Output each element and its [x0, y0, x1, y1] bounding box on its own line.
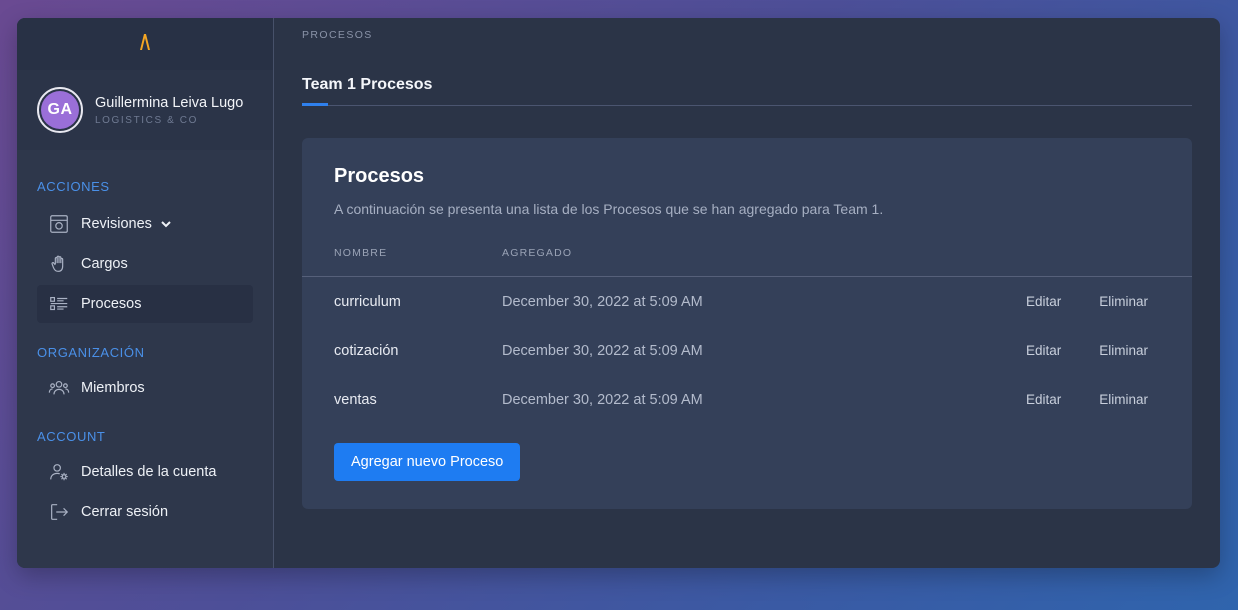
logo-bar: [17, 18, 273, 70]
edit-button[interactable]: Editar: [1026, 343, 1061, 358]
edit-button[interactable]: Editar: [1026, 294, 1061, 309]
column-header-nombre: NOMBRE: [334, 247, 388, 259]
section-label-acciones: ACCIONES: [37, 179, 110, 194]
main-content: PROCESOS Team 1 Procesos Procesos A cont…: [274, 18, 1220, 568]
delete-button[interactable]: Eliminar: [1099, 343, 1148, 358]
sidebar-item-label: Miembros: [81, 380, 145, 396]
logo-icon[interactable]: [137, 32, 153, 57]
sidebar-item-label: Procesos: [81, 296, 142, 312]
chevron-down-icon[interactable]: [160, 218, 172, 230]
edit-button[interactable]: Editar: [1026, 392, 1061, 407]
sidebar-item-revisiones[interactable]: Revisiones: [37, 205, 253, 243]
procesos-card: Procesos A continuación se presenta una …: [302, 138, 1192, 509]
add-process-button[interactable]: Agregar nuevo Proceso: [334, 443, 521, 481]
sidebar-item-label: Cerrar sesión: [81, 504, 169, 520]
list-icon: [47, 292, 71, 316]
row-name: ventas: [334, 391, 377, 408]
delete-button[interactable]: Eliminar: [1099, 392, 1148, 407]
sidebar-item-label: Detalles de la cuenta: [81, 464, 217, 480]
sidebar-item-procesos[interactable]: Procesos: [37, 285, 253, 323]
sidebar-item-label: Cargos: [81, 256, 128, 272]
row-date: December 30, 2022 at 5:09 AM: [502, 342, 703, 359]
table-row: ventas December 30, 2022 at 5:09 AM Edit…: [302, 375, 1192, 424]
section-label-organizacion: ORGANIZACIÓN: [37, 345, 145, 360]
sidebar-item-cerrar-sesion[interactable]: Cerrar sesión: [37, 493, 253, 531]
avatar: GA: [37, 87, 83, 133]
sidebar-item-label: Revisiones: [81, 216, 152, 232]
row-name: cotización: [334, 342, 399, 359]
sidebar: GA Guillermina Leiva Lugo LOGISTICS & CO…: [17, 18, 274, 568]
tab-team-procesos[interactable]: Team 1 Procesos: [302, 76, 432, 94]
breadcrumb: PROCESOS: [302, 29, 373, 41]
row-date: December 30, 2022 at 5:09 AM: [502, 391, 703, 408]
tab-bar: Team 1 Procesos: [302, 76, 1192, 106]
profile-name: Guillermina Leiva Lugo: [95, 94, 244, 111]
table-row: cotización December 30, 2022 at 5:09 AM …: [302, 326, 1192, 375]
users-icon: [47, 376, 71, 400]
delete-button[interactable]: Eliminar: [1099, 294, 1148, 309]
user-settings-icon: [47, 460, 71, 484]
sidebar-item-detalles-cuenta[interactable]: Detalles de la cuenta: [37, 453, 253, 491]
row-date: December 30, 2022 at 5:09 AM: [502, 293, 703, 310]
section-label-account: ACCOUNT: [37, 429, 106, 444]
column-header-agregado: AGREGADO: [502, 247, 573, 259]
hand-icon: [47, 252, 71, 276]
avatar-initials: GA: [41, 91, 79, 129]
sidebar-item-miembros[interactable]: Miembros: [37, 369, 253, 407]
card-description: A continuación se presenta una lista de …: [334, 201, 884, 217]
box-icon: [47, 212, 71, 236]
profile[interactable]: GA Guillermina Leiva Lugo LOGISTICS & CO: [17, 70, 273, 150]
table-row: curriculum December 30, 2022 at 5:09 AM …: [302, 277, 1192, 326]
table-header: NOMBRE AGREGADO: [302, 247, 1192, 277]
profile-org: LOGISTICS & CO: [95, 114, 198, 126]
row-name: curriculum: [334, 293, 401, 310]
tab-active-indicator: [302, 103, 328, 106]
sidebar-item-cargos[interactable]: Cargos: [37, 245, 253, 283]
app-window: GA Guillermina Leiva Lugo LOGISTICS & CO…: [17, 18, 1220, 568]
logout-icon: [47, 500, 71, 524]
card-title: Procesos: [334, 165, 425, 187]
